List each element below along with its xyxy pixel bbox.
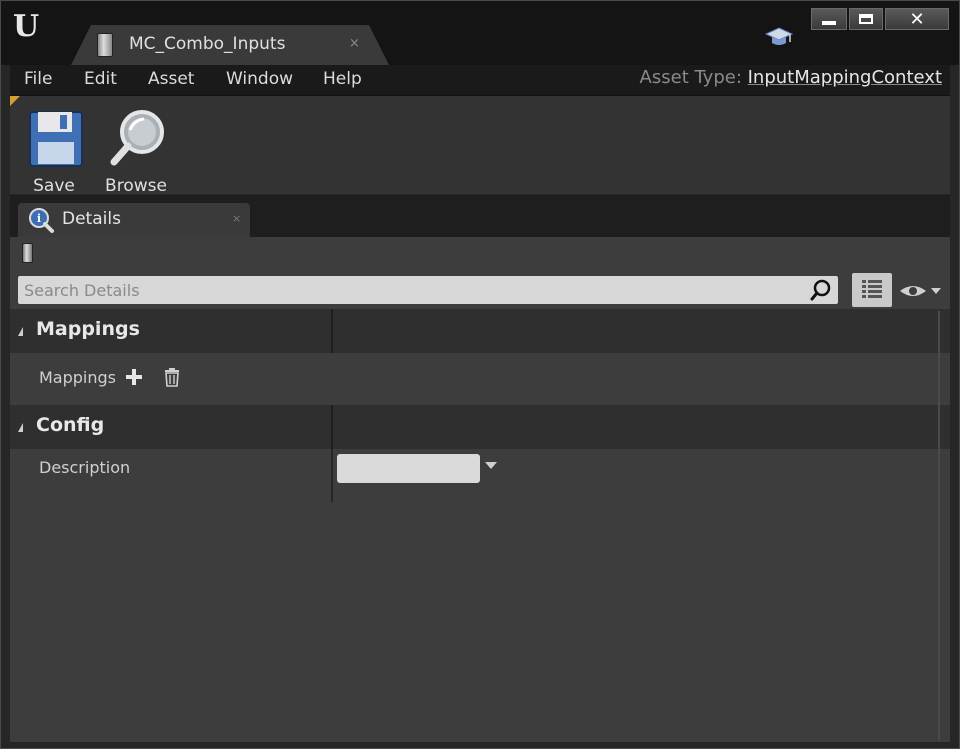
details-tab-close-icon[interactable]: × — [232, 212, 241, 225]
floppy-disk-icon — [29, 111, 83, 167]
scrollbar-track[interactable] — [938, 311, 940, 741]
browse-label: Browse — [105, 176, 167, 196]
view-options-button[interactable] — [852, 273, 892, 307]
data-asset-icon — [22, 243, 33, 263]
editor-window: U MC_Combo_Inputs × ✕ File Edit Asset Wi… — [0, 0, 960, 749]
title-bar[interactable]: U MC_Combo_Inputs × ✕ — [1, 1, 959, 65]
column-divider — [331, 405, 333, 449]
asset-type-link[interactable]: InputMappingContext — [748, 67, 942, 88]
plus-icon[interactable] — [125, 368, 143, 386]
property-row-description: Description — [10, 449, 950, 501]
menu-asset[interactable]: Asset — [148, 69, 194, 89]
menu-bar: File Edit Asset Window Help Asset Type: … — [10, 65, 950, 96]
svg-text:i: i — [37, 212, 41, 225]
save-button[interactable]: Save — [14, 106, 94, 196]
description-field[interactable] — [337, 454, 480, 483]
unreal-logo-icon: U — [13, 9, 39, 44]
category-config-label: Config — [36, 414, 105, 436]
data-asset-icon — [97, 33, 113, 57]
search-icon[interactable] — [810, 279, 832, 301]
tab-close-icon[interactable]: × — [349, 36, 360, 51]
minimize-button[interactable] — [811, 8, 847, 30]
graduation-cap-icon[interactable] — [765, 25, 793, 49]
property-mappings-label: Mappings — [39, 368, 116, 387]
magnifier-icon — [110, 110, 164, 166]
details-tab-label: Details — [62, 209, 121, 229]
maximize-button[interactable] — [849, 8, 883, 30]
category-mappings[interactable]: Mappings — [10, 309, 950, 353]
category-mappings-label: Mappings — [36, 318, 140, 340]
trash-icon[interactable] — [163, 367, 181, 387]
property-row-mappings: Mappings — [10, 353, 950, 405]
chevron-down-icon[interactable] — [485, 462, 497, 469]
column-divider — [331, 309, 333, 353]
info-magnifier-icon: i — [29, 208, 54, 233]
menu-window[interactable]: Window — [226, 69, 293, 89]
menu-file[interactable]: File — [24, 69, 52, 89]
details-panel: Mappings Mappings Config Description — [10, 237, 950, 742]
collapse-triangle-icon — [18, 423, 23, 432]
search-box — [18, 276, 838, 304]
close-window-button[interactable]: ✕ — [885, 8, 949, 30]
asset-type-indicator: Asset Type: InputMappingContext — [640, 67, 942, 88]
asset-document-tab[interactable]: MC_Combo_Inputs × — [71, 25, 389, 65]
asset-type-label: Asset Type: — [639, 67, 742, 88]
column-divider — [331, 449, 333, 502]
save-label: Save — [33, 176, 75, 196]
close-icon: ✕ — [909, 8, 925, 30]
collapse-triangle-icon — [18, 327, 23, 336]
toolbar-corner-marker — [10, 96, 20, 106]
category-config[interactable]: Config — [10, 405, 950, 449]
eye-icon — [900, 286, 941, 296]
browse-button[interactable]: Browse — [96, 106, 176, 196]
panel-tab-strip: i Details × — [10, 195, 950, 237]
property-description-label: Description — [39, 458, 131, 477]
menu-help[interactable]: Help — [323, 69, 362, 89]
asset-toolbar: Save Browse — [10, 96, 950, 196]
asset-tab-title: MC_Combo_Inputs — [129, 34, 286, 54]
grid-view-icon — [862, 280, 882, 298]
menu-edit[interactable]: Edit — [84, 69, 117, 89]
visibility-dropdown[interactable] — [898, 279, 946, 303]
maximize-icon — [859, 14, 873, 24]
search-input[interactable] — [18, 276, 798, 304]
window-controls: ✕ — [811, 8, 951, 32]
tab-details[interactable]: i Details × — [18, 203, 250, 237]
minimize-icon — [822, 21, 836, 25]
